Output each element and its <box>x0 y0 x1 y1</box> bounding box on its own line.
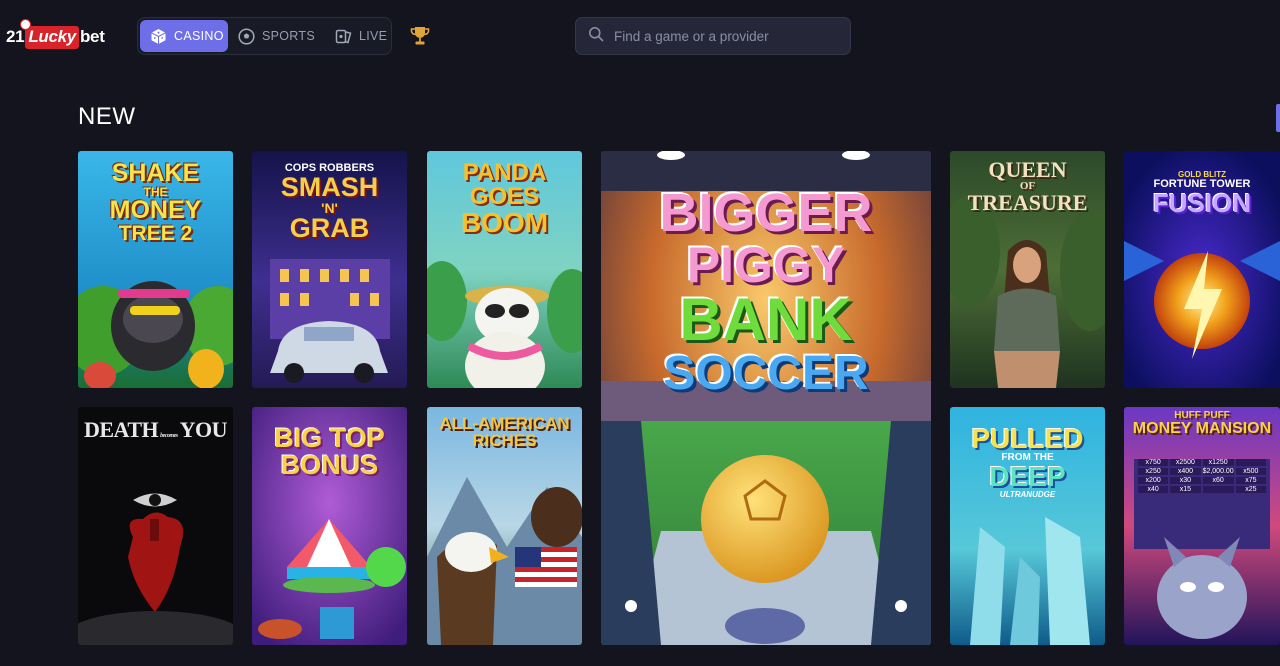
nav-live-tab[interactable]: LIVE <box>325 20 397 52</box>
game-title: GOLD BLITZ FORTUNE TOWER FUSION <box>1152 170 1252 218</box>
brand-logo[interactable]: 21 Lucky bet <box>6 18 105 50</box>
game-tile-fortune-tower-fusion[interactable]: GOLD BLITZ FORTUNE TOWER FUSION <box>1124 151 1280 388</box>
game-tile-money-mansion[interactable]: HUFF PUFF MONEY MANSION x750 x2500 x1250… <box>1124 407 1280 645</box>
game-tile-death-becomes-you[interactable]: DEATH becomes YOU <box>78 407 233 645</box>
search-input[interactable] <box>614 28 834 44</box>
logo-lucky: Lucky <box>20 18 79 49</box>
nav-live-label: LIVE <box>358 29 388 43</box>
game-tile-queen-of-treasure[interactable]: QUEEN OF TREASURE <box>950 151 1105 388</box>
dice-icon <box>150 28 167 45</box>
nav-sports-label: SPORTS <box>262 29 315 43</box>
search-icon <box>588 26 604 47</box>
section-title: NEW <box>78 103 136 130</box>
search-box[interactable] <box>575 17 851 55</box>
nav-sports-tab[interactable]: SPORTS <box>228 20 325 52</box>
game-title: ALL-AMERICAN RICHES <box>439 414 570 450</box>
game-title: COPS ROBBERS SMASH 'N' GRAB <box>280 162 379 243</box>
logo-bet: bet <box>79 27 105 46</box>
cards-icon <box>335 28 352 45</box>
game-title: QUEEN OF TREASURE <box>967 157 1088 215</box>
nav-casino-label: CASINO <box>174 29 224 43</box>
logo-number: 21 <box>6 27 25 46</box>
carousel-scroll-handle[interactable] <box>1276 104 1280 132</box>
top-bar: 21 Lucky bet CASINO SPORTS LIVE <box>0 0 1280 72</box>
game-title: BIG TOP BONUS <box>274 423 385 480</box>
game-title: PULLED FROM THE DEEP ULTRANUDGE <box>971 423 1084 499</box>
game-tile-smash-n-grab[interactable]: COPS ROBBERS SMASH 'N' GRAB <box>252 151 407 388</box>
nav-casino-tab[interactable]: CASINO <box>140 20 228 52</box>
soccer-ball-icon <box>238 27 255 45</box>
game-tile-big-top-bonus[interactable]: BIG TOP BONUS <box>252 407 407 645</box>
game-title: PANDA GOES BOOM <box>460 159 549 238</box>
game-tile-panda-goes-boom[interactable]: PANDA GOES BOOM <box>427 151 582 388</box>
game-title: BIGGER PIGGY BANK SOCCER <box>659 183 873 400</box>
game-art <box>1124 407 1280 645</box>
game-tile-all-american-riches[interactable]: ALL-AMERICAN RICHES <box>427 407 582 645</box>
game-tile-shake-the-money-tree[interactable]: SHAKE THE MONEY TREE 2 <box>78 151 233 388</box>
game-title: DEATH becomes YOU <box>84 417 228 442</box>
game-title: HUFF PUFF MONEY MANSION <box>1132 410 1272 437</box>
trophy-icon[interactable] <box>408 24 432 48</box>
game-tile-bigger-piggy-bank-soccer[interactable]: BIGGER PIGGY BANK SOCCER <box>601 151 931 645</box>
main-nav: CASINO SPORTS LIVE <box>137 17 392 55</box>
game-tile-pulled-from-the-deep[interactable]: PULLED FROM THE DEEP ULTRANUDGE <box>950 407 1105 645</box>
game-title: SHAKE THE MONEY TREE 2 <box>109 159 202 245</box>
multiplier-board: x750 x2500 x1250 x250 x400 $2,000.00 x50… <box>1138 459 1266 493</box>
game-art <box>78 407 233 645</box>
